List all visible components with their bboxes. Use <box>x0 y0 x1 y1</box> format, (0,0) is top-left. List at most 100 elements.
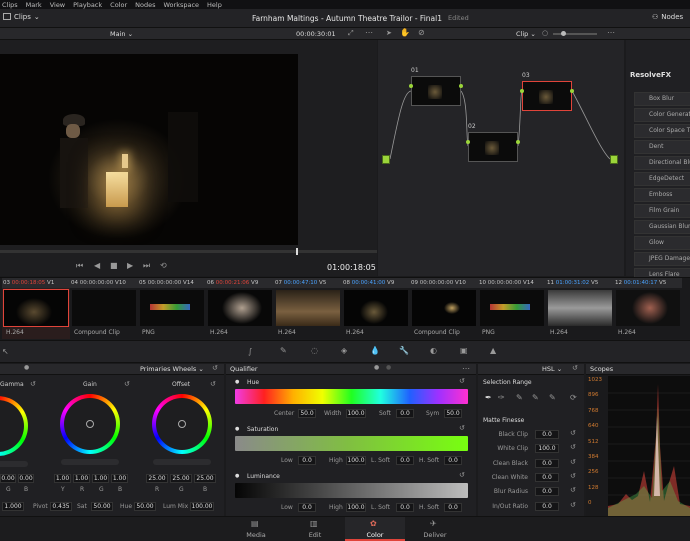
gain-y-value[interactable]: 1.00 <box>54 474 71 483</box>
picker-minus-icon[interactable]: ✑ <box>498 394 505 402</box>
finesse-value[interactable]: 0.0 <box>535 458 559 468</box>
zoom-slider-handle[interactable] <box>561 31 566 36</box>
node-03-selected[interactable] <box>522 81 572 111</box>
viewer-mode-dropdown[interactable]: Main ⌄ <box>110 30 133 38</box>
disable-icon[interactable]: ⊘ <box>418 29 425 37</box>
fx-item[interactable]: Box Blur <box>634 92 690 106</box>
menu-nodes[interactable]: Nodes <box>135 1 155 9</box>
fx-item[interactable]: Glow <box>634 236 690 250</box>
picker-plus-icon[interactable]: ✎ <box>516 394 523 402</box>
clip-thumbnail[interactable]: 06 00:00:21:06 V9 H.264 <box>206 278 274 339</box>
play-icon[interactable]: ▶ <box>127 262 133 270</box>
more-options-icon[interactable]: ⋯ <box>462 365 470 373</box>
sat-low-value[interactable]: 0.0 <box>298 456 316 465</box>
finesse-value[interactable]: 0.0 <box>535 501 559 511</box>
node-input-source[interactable] <box>382 155 390 164</box>
reset-icon[interactable]: ↺ <box>570 501 576 509</box>
fx-item[interactable]: Gaussian Blur <box>634 220 690 234</box>
offset-r-value[interactable]: 25.00 <box>146 474 168 483</box>
clip-thumbnail[interactable]: 05 00:00:00:00 V14 PNG <box>138 278 206 339</box>
clip-thumbnail[interactable]: 11 01:00:31:02 V5 H.264 <box>546 278 614 339</box>
saturation-gradient-bar[interactable] <box>235 436 468 451</box>
pivot-value[interactable]: 0.435 <box>50 502 72 511</box>
fx-item[interactable]: Directional Blur <box>634 156 690 170</box>
reset-icon[interactable]: ↺ <box>570 458 576 466</box>
step-back-icon[interactable]: ◀ <box>94 262 100 270</box>
picker-icon[interactable]: ✒ <box>485 394 492 402</box>
node-02[interactable] <box>468 132 518 162</box>
node-01[interactable] <box>411 76 461 106</box>
node-output-dot[interactable] <box>459 84 463 88</box>
tab-deliver[interactable]: ✈ Deliver <box>405 517 465 541</box>
fx-item[interactable]: Color Space Transform <box>634 124 690 138</box>
fx-item[interactable]: Dent <box>634 140 690 154</box>
curves-icon[interactable]: ∫ <box>248 348 252 356</box>
gamma-wheel[interactable] <box>0 396 28 456</box>
lum-lsoft-value[interactable]: 0.0 <box>396 503 414 512</box>
node-output-dot[interactable] <box>570 89 574 93</box>
invert-icon[interactable]: ⟳ <box>570 394 577 402</box>
gain-g-value[interactable]: 1.00 <box>92 474 109 483</box>
clip-thumbnail[interactable]: 03 00:00:18:05 V1 H.264 <box>2 278 70 339</box>
lum-high-value[interactable]: 100.0 <box>346 503 366 512</box>
sat-lsoft-value[interactable]: 0.0 <box>396 456 414 465</box>
sat-high-value[interactable]: 100.0 <box>346 456 366 465</box>
node-mode-dropdown[interactable]: Clip ⌄ <box>516 30 536 38</box>
lum-hsoft-value[interactable]: 0.0 <box>444 503 462 512</box>
offset-b-value[interactable]: 25.00 <box>194 474 216 483</box>
loop-icon[interactable]: ⟲ <box>160 262 167 270</box>
offset-wheel-handle[interactable] <box>178 420 186 428</box>
sat-value[interactable]: 50.00 <box>91 502 113 511</box>
key-icon[interactable]: 🔧 <box>399 347 409 355</box>
fx-item[interactable]: EdgeDetect <box>634 172 690 186</box>
reset-icon[interactable]: ↺ <box>124 381 130 388</box>
zoom-out-icon[interactable]: ○ <box>542 30 548 37</box>
playhead-marker[interactable] <box>296 248 298 255</box>
lum-low-value[interactable]: 0.0 <box>298 503 316 512</box>
finesse-value[interactable]: 0.0 <box>535 487 559 497</box>
reset-icon[interactable]: ↺ <box>212 365 218 372</box>
clip-thumbnail[interactable]: 08 00:00:41:00 V9 H.264 <box>342 278 410 339</box>
fx-item[interactable]: Film Grain <box>634 204 690 218</box>
clips-toggle-button[interactable]: Clips ⌄ <box>3 13 40 21</box>
menu-color[interactable]: Color <box>110 1 127 9</box>
node-output-dot[interactable] <box>516 140 520 144</box>
hue-value[interactable]: 50.00 <box>134 502 156 511</box>
3d-icon[interactable]: ▣ <box>460 347 468 355</box>
clip-thumbnail[interactable]: 07 00:00:47:10 V5 H.264 <box>274 278 342 339</box>
hue-soft-value[interactable]: 0.0 <box>396 409 414 418</box>
sat-hsoft-value[interactable]: 0.0 <box>444 456 462 465</box>
finesse-value[interactable]: 0.0 <box>535 430 559 439</box>
luminance-gradient-bar[interactable] <box>235 483 468 498</box>
gain-b-value[interactable]: 1.00 <box>111 474 128 483</box>
nodes-toggle-button[interactable]: ⚇ Nodes <box>652 13 683 21</box>
contrast-value[interactable]: 1.000 <box>2 502 24 511</box>
gamma-b-value[interactable]: 0.00 <box>18 474 34 483</box>
finesse-value[interactable]: 0.0 <box>535 472 559 482</box>
reset-icon[interactable]: ↺ <box>30 381 36 388</box>
clip-thumbnail[interactable]: 04 00:00:00:00 V10 Compound Clip <box>70 278 138 339</box>
hue-sym-value[interactable]: 50.0 <box>444 409 462 418</box>
lum-mix-value[interactable]: 100.00 <box>190 502 214 511</box>
eyedropper-icon[interactable]: ✎ <box>280 347 287 355</box>
skip-to-end-icon[interactable]: ⏭ <box>143 262 150 270</box>
fx-item[interactable]: JPEG Damage <box>634 252 690 266</box>
pointer-icon[interactable]: ➤ <box>386 30 392 37</box>
tab-color[interactable]: ✿ Color <box>345 517 405 541</box>
menu-clips[interactable]: Clips <box>2 1 18 9</box>
menu-mark[interactable]: Mark <box>26 1 42 9</box>
gamma-g-value[interactable]: 0.00 <box>0 474 16 483</box>
gamma-master-slider[interactable] <box>0 461 28 467</box>
hue-center-value[interactable]: 50.0 <box>298 409 316 418</box>
camera-raw-icon[interactable]: ▲ <box>490 347 496 355</box>
reset-icon[interactable]: ↺ <box>570 430 576 437</box>
gain-r-value[interactable]: 1.00 <box>73 474 90 483</box>
pointer-icon[interactable]: ↖ <box>2 348 9 356</box>
window-icon[interactable]: ◌ <box>311 347 318 355</box>
clip-thumbnail[interactable]: 09 00:00:00:00 V10 Compound Clip <box>410 278 478 339</box>
playhead-scrubber[interactable] <box>0 248 377 255</box>
offset-g-value[interactable]: 25.00 <box>170 474 192 483</box>
tracker-icon[interactable]: ◈ <box>341 347 347 355</box>
more-options-icon[interactable]: ⋯ <box>607 29 615 37</box>
offset-master-slider[interactable] <box>153 459 211 465</box>
